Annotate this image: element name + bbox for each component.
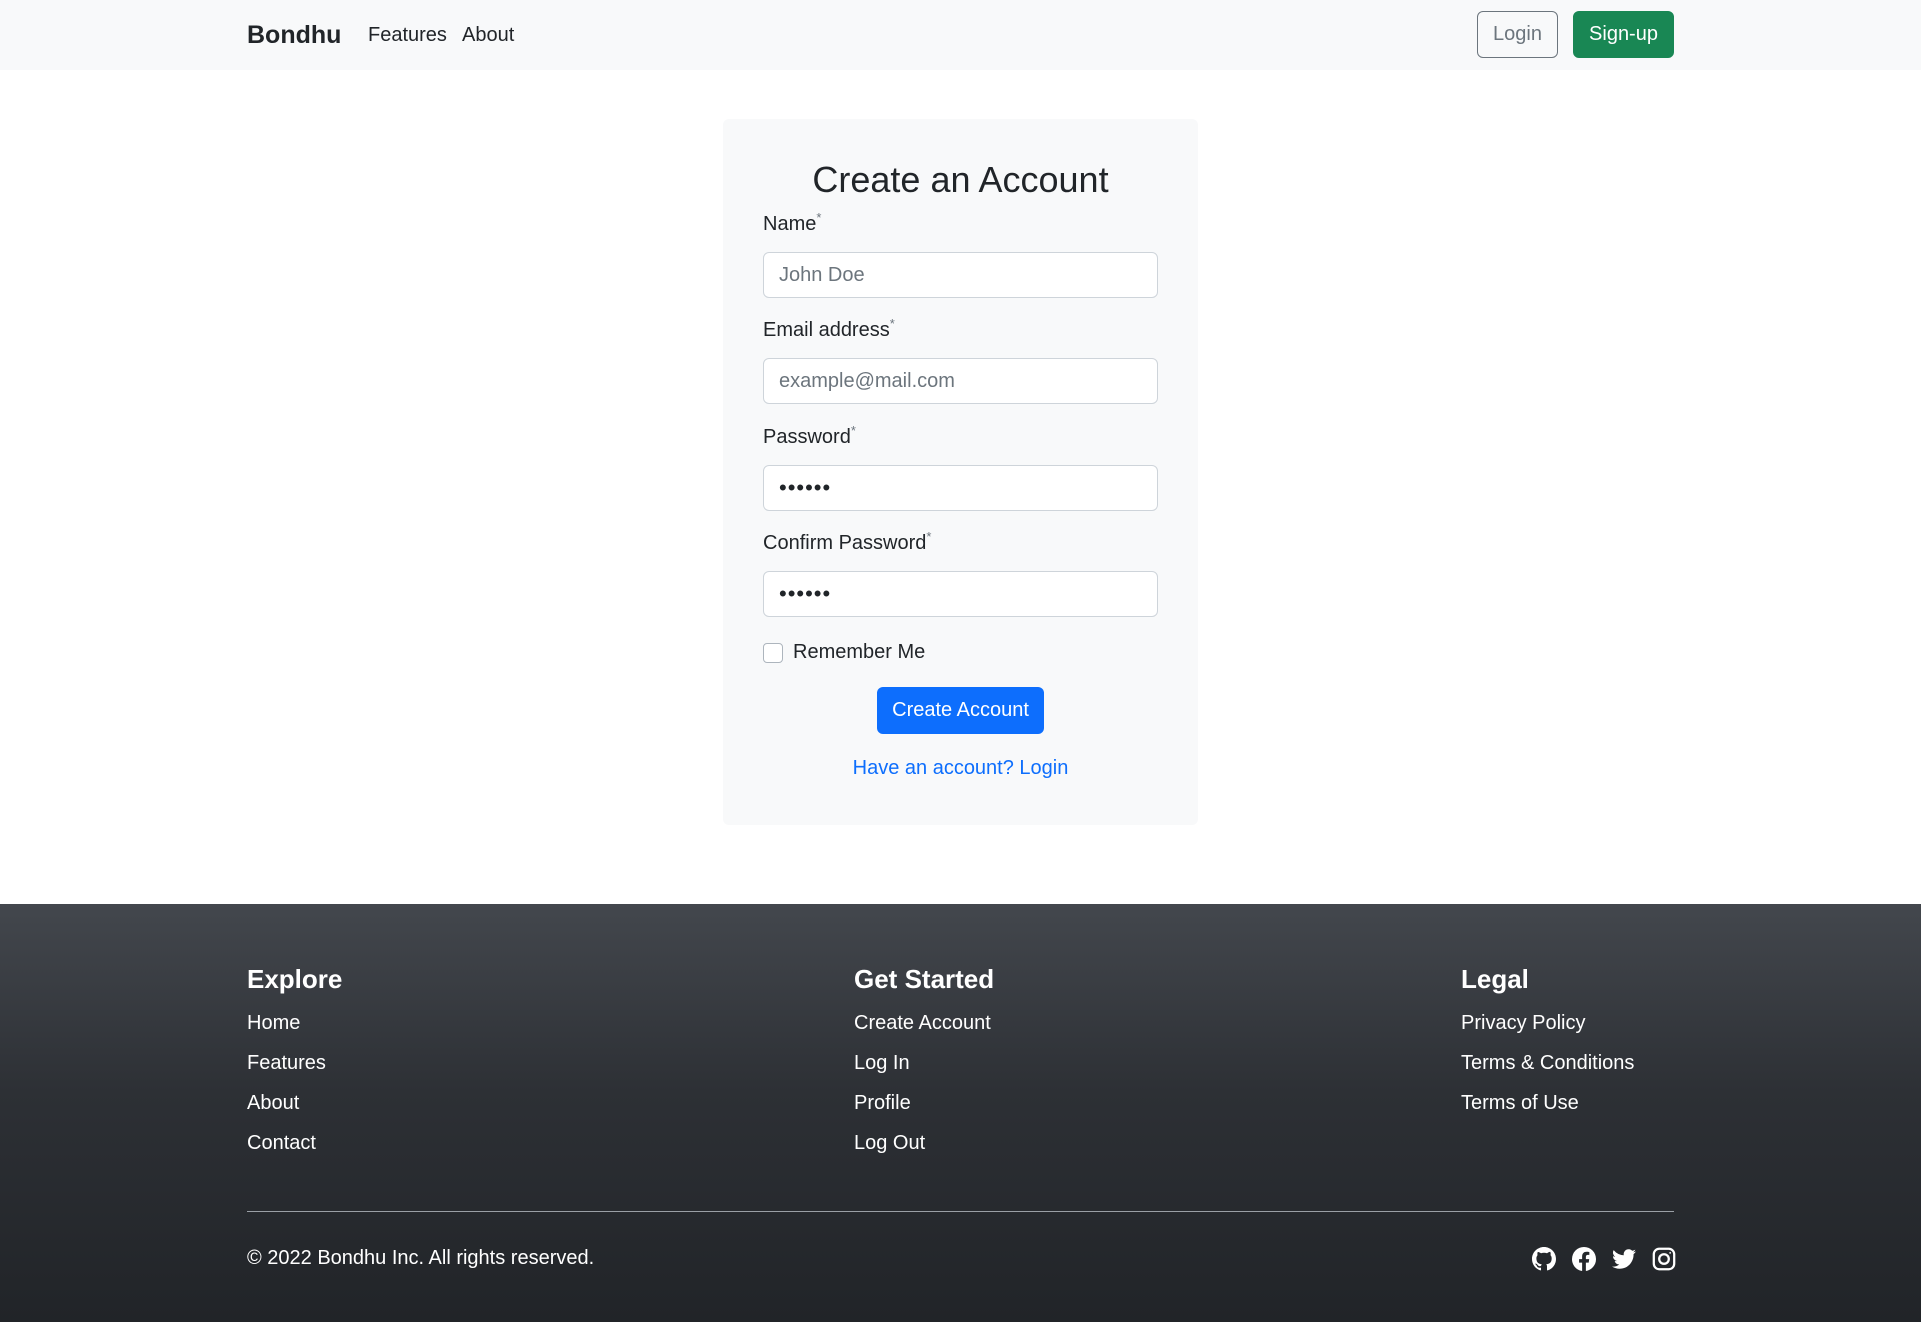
- name-input[interactable]: [763, 252, 1158, 298]
- have-account-login-link[interactable]: Have an account? Login: [723, 757, 1198, 780]
- name-label: Name*: [763, 210, 822, 235]
- nav-link-about[interactable]: About: [462, 24, 514, 47]
- github-icon[interactable]: [1532, 1247, 1556, 1271]
- signup-card: Create an Account Name* Email address* P…: [723, 119, 1198, 825]
- password-label: Password*: [763, 423, 856, 448]
- twitter-icon[interactable]: [1612, 1247, 1636, 1271]
- email-label: Email address*: [763, 316, 895, 341]
- footer-column-get-started: Get Started Create Account Log In Profil…: [854, 964, 994, 1163]
- confirm-password-label: Confirm Password*: [763, 529, 932, 554]
- login-button[interactable]: Login: [1477, 11, 1558, 58]
- remember-me-label[interactable]: Remember Me: [793, 641, 925, 664]
- footer-link-features[interactable]: Features: [247, 1043, 342, 1083]
- footer-link-profile[interactable]: Profile: [854, 1083, 994, 1123]
- signup-button[interactable]: Sign-up: [1573, 11, 1674, 58]
- footer-link-contact[interactable]: Contact: [247, 1123, 342, 1163]
- footer-link-terms-of-use[interactable]: Terms of Use: [1461, 1083, 1634, 1123]
- footer-heading: Legal: [1461, 964, 1529, 994]
- footer-link-log-out[interactable]: Log Out: [854, 1123, 994, 1163]
- confirm-password-input[interactable]: [763, 571, 1158, 617]
- remember-me-checkbox[interactable]: [763, 643, 783, 663]
- page-title: Create an Account: [812, 159, 1109, 200]
- instagram-icon[interactable]: [1652, 1247, 1676, 1271]
- footer-heading: Explore: [247, 964, 343, 994]
- email-input[interactable]: [763, 358, 1158, 404]
- footer-link-about[interactable]: About: [247, 1083, 342, 1123]
- password-input[interactable]: [763, 465, 1158, 511]
- social-links: [1532, 1247, 1676, 1271]
- navbar: Bondhu Features About Login Sign-up: [0, 0, 1921, 70]
- footer-column-legal: Legal Privacy Policy Terms & Conditions …: [1461, 964, 1634, 1123]
- footer-link-terms-conditions[interactable]: Terms & Conditions: [1461, 1043, 1634, 1083]
- create-account-button[interactable]: Create Account: [877, 687, 1044, 734]
- footer-divider: [247, 1211, 1674, 1212]
- footer-link-create-account[interactable]: Create Account: [854, 1003, 994, 1043]
- footer-link-home[interactable]: Home: [247, 1003, 342, 1043]
- footer-link-privacy-policy[interactable]: Privacy Policy: [1461, 1003, 1634, 1043]
- nav-link-features[interactable]: Features: [368, 24, 447, 47]
- footer: Explore Home Features About Contact Get …: [0, 904, 1921, 1322]
- facebook-icon[interactable]: [1572, 1247, 1596, 1271]
- footer-heading: Get Started: [854, 964, 995, 994]
- copyright-text: © 2022 Bondhu Inc. All rights reserved.: [247, 1247, 595, 1269]
- footer-link-log-in[interactable]: Log In: [854, 1043, 994, 1083]
- footer-column-explore: Explore Home Features About Contact: [247, 964, 342, 1163]
- brand-logo[interactable]: Bondhu: [247, 21, 341, 50]
